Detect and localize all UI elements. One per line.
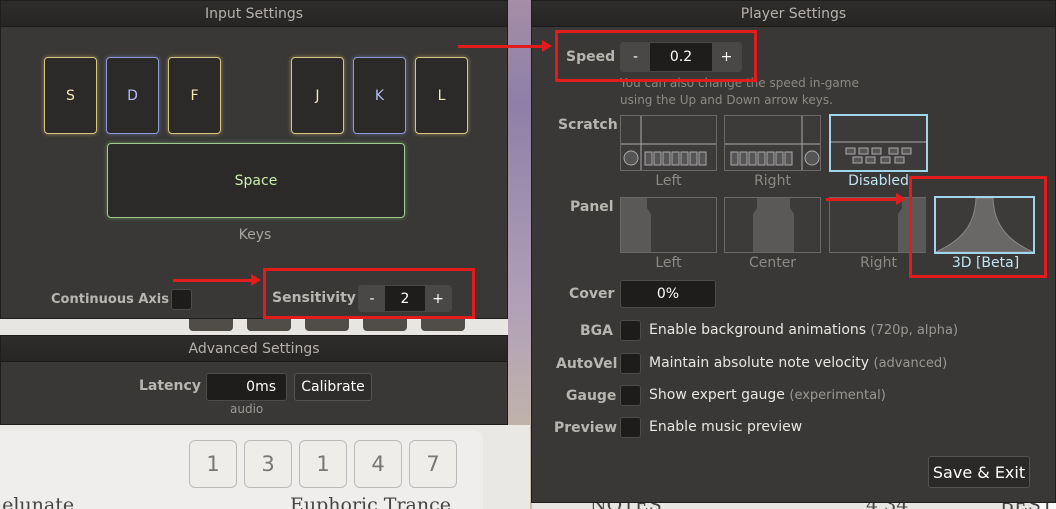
peek-tab [247,317,291,331]
autovel-label: AutoVel [556,356,618,372]
background-number-row: 1 3 1 4 7 [189,440,457,488]
panel-option-center[interactable] [724,197,821,253]
bga-label: BGA [580,323,613,339]
bga-option: Enable background animations (720p, alph… [649,322,958,338]
key-binding-f[interactable]: F [168,57,221,134]
panel-option-left[interactable] [620,197,717,253]
scratch-option-disabled[interactable] [829,114,928,172]
gauge-checkbox[interactable] [620,385,641,406]
scratch-left-preview-icon [621,116,716,170]
calibrate-button[interactable]: Calibrate [294,373,372,401]
cover-input[interactable]: 0% [620,280,716,308]
annotation-3d-panel-arrow [826,193,906,205]
autovel-note: (advanced) [873,356,948,371]
advanced-settings-title: Advanced Settings [1,336,507,362]
speed-hint-line-2: using the Up and Down arrow keys. [620,93,833,107]
bga-text: Enable background animations [649,322,867,338]
key-binding-space[interactable]: Space [107,143,405,218]
annotation-speed-arrow [458,40,552,52]
scratch-label: Scratch [558,117,618,133]
peek-tab [189,317,233,331]
key-binding-l[interactable]: L [415,57,468,134]
preview-text: Enable music preview [649,419,803,435]
keys-caption: Keys [238,227,272,243]
panel-left-label: Left [655,255,682,271]
preview-checkbox[interactable] [620,417,641,438]
preview-label: Preview [554,420,618,436]
background-number[interactable]: 7 [409,440,457,488]
latency-sub-label: audio [230,402,264,416]
player-settings-title: Player Settings [532,1,1055,27]
scratch-disabled-preview-icon [831,141,926,164]
background-number[interactable]: 1 [189,440,237,488]
background-number[interactable]: 3 [244,440,292,488]
input-settings-title: Input Settings [1,1,507,27]
scratch-option-right[interactable] [724,115,821,171]
background-number[interactable]: 4 [354,440,402,488]
peek-tab [421,317,465,331]
autovel-option: Maintain absolute note velocity (advance… [649,355,947,371]
scratch-right-preview-icon [725,116,820,170]
peek-tab [363,317,407,331]
gauge-note: (experimental) [789,388,886,403]
scratch-right-label: Right [754,173,791,189]
save-exit-button[interactable]: Save & Exit [928,456,1030,488]
continuous-axis-label: Continuous Axis [51,292,169,307]
background-song-artist: ielunate [0,494,75,509]
bga-checkbox[interactable] [620,320,641,341]
panel-center-label: Center [748,255,797,271]
panel-center-preview-icon [753,198,794,252]
peek-tab [305,317,349,331]
continuous-axis-checkbox[interactable] [171,289,192,310]
annotation-sensitivity-arrow [173,274,261,286]
latency-label: Latency [139,378,201,394]
annotation-sensitivity-box [263,268,475,319]
gauge-text: Show expert gauge [649,387,785,403]
panel-left-preview-icon [621,198,651,252]
gauge-label: Gauge [566,388,617,404]
advanced-settings-panel: Advanced Settings Latency 0ms audio Cali… [0,335,508,425]
key-binding-s[interactable]: S [44,57,97,134]
background-peek-buttons [189,317,465,331]
key-binding-d[interactable]: D [106,57,159,134]
bga-note: (720p, alpha) [870,323,959,338]
panel-label: Panel [570,199,614,215]
autovel-text: Maintain absolute note velocity [649,355,870,371]
cover-label: Cover [569,286,615,302]
annotation-3d-panel-box [909,176,1047,278]
annotation-speed-box [555,30,757,82]
scratch-left-label: Left [655,173,682,189]
autovel-checkbox[interactable] [620,353,641,374]
latency-input[interactable]: 0ms [206,373,287,401]
background-number[interactable]: 1 [299,440,347,488]
gauge-option: Show expert gauge (experimental) [649,387,886,403]
key-binding-j[interactable]: J [291,57,344,134]
background-song-genre: Euphoric Trance [290,494,451,509]
key-binding-k[interactable]: K [353,57,406,134]
scratch-option-left[interactable] [620,115,717,171]
